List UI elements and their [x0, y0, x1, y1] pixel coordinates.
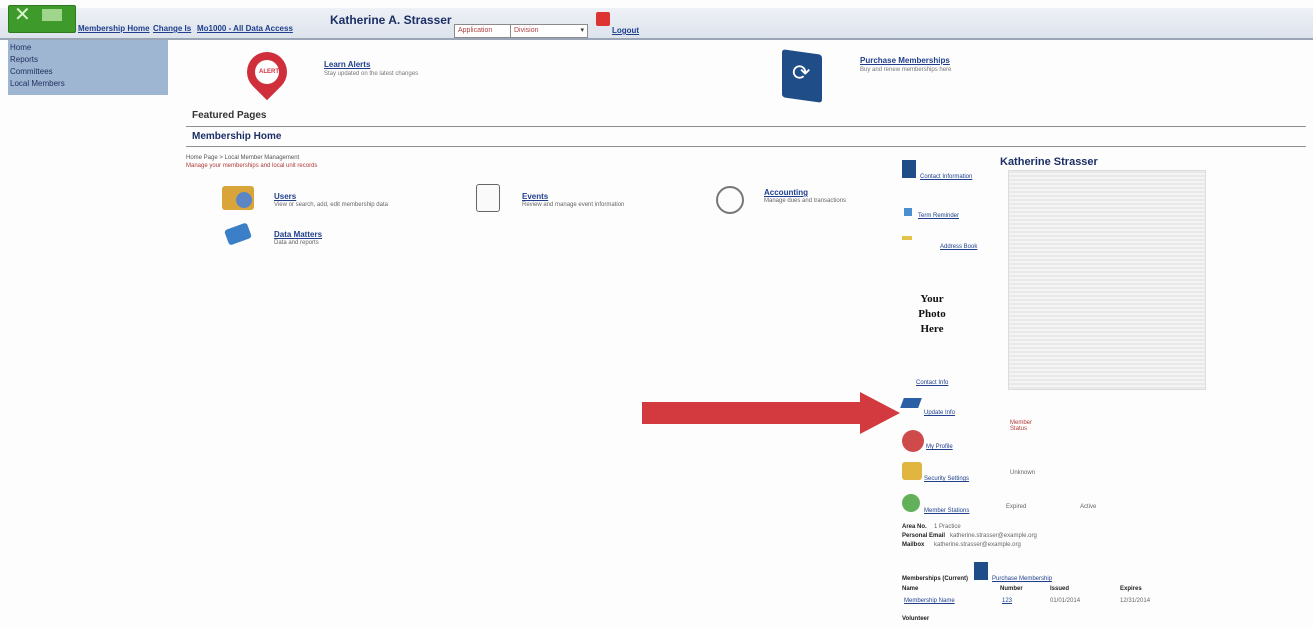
sync-arrows-icon: ⟳ [792, 60, 811, 85]
annotation-arrow-shaft [642, 402, 862, 424]
featured-learn-alerts-desc: Stay updated on the latest changes [324, 71, 419, 77]
detail-label-area: Area No. [902, 524, 927, 530]
membership-row-expires: 12/31/2014 [1120, 598, 1151, 604]
logout-link[interactable]: Logout [612, 26, 639, 35]
side-menu-item-reports[interactable]: Reports [10, 55, 38, 64]
profile-top-link-contact[interactable]: Contact Information [920, 174, 972, 180]
divider-bottom [186, 146, 1306, 147]
accounting-icon[interactable] [716, 186, 744, 214]
volunteer-label: Volunteer [902, 616, 930, 622]
header-link-change[interactable]: Change Is [153, 24, 191, 33]
update-icon [900, 398, 922, 408]
member-status-note: Member Status [1010, 420, 1033, 432]
reminder-icon [904, 208, 912, 216]
profile-name: Katherine Strasser [1000, 156, 1098, 168]
profile-link-contact-info[interactable]: Contact Info [916, 380, 948, 386]
logo-box-icon [42, 9, 62, 21]
stations-note-active: Active [1080, 504, 1097, 510]
detail-label-mailbox: Mailbox [902, 542, 925, 548]
quick-link-data-matters-desc: Data and reports [274, 240, 319, 246]
notice-text: Manage your memberships and local unit r… [186, 163, 318, 169]
header-link-membership-home[interactable]: Membership Home [78, 24, 150, 33]
users-icon-figure [236, 192, 252, 208]
events-icon[interactable] [476, 184, 500, 212]
membership-home-heading: Membership Home [192, 131, 282, 142]
breadcrumb[interactable]: Home Page > Local Member Management [186, 155, 299, 161]
side-menu-item-home[interactable]: Home [10, 43, 31, 52]
quick-link-accounting-desc: Manage dues and transactions [764, 198, 847, 204]
security-icon [902, 462, 922, 480]
org-select[interactable]: Division ▾ [510, 24, 588, 38]
divider-top [186, 126, 1306, 127]
stations-note-expired: Expired [1006, 504, 1027, 510]
detail-label-email: Personal Email [902, 533, 946, 539]
detail-value-area: 1 Practice [934, 524, 961, 530]
photo-placeholder[interactable]: Your Photo Here [908, 292, 956, 337]
logo-x-icon: ✕ [14, 2, 31, 26]
profile-icon [902, 430, 924, 452]
map-pin-label: ALERT [259, 69, 279, 75]
quick-link-events-desc: Review and manage event information [522, 202, 625, 208]
membership-col-expires: Expires [1120, 586, 1142, 592]
profile-top-link-reminder[interactable]: Term Reminder [918, 213, 959, 219]
stations-icon [902, 494, 920, 512]
address-book-icon [902, 236, 912, 240]
membership-col-number: Number [1000, 586, 1023, 592]
profile-link-stations[interactable]: Member Stations [924, 508, 969, 514]
role-select[interactable]: Application [454, 24, 514, 38]
quick-link-accounting[interactable]: Accounting [764, 188, 808, 197]
membership-row-number[interactable]: 123 [1002, 598, 1012, 604]
profile-link-my-profile[interactable]: My Profile [926, 444, 953, 450]
side-menu-item-committees[interactable]: Committees [10, 67, 53, 76]
quick-link-users[interactable]: Users [274, 192, 296, 201]
side-menu-item-local-members[interactable]: Local Members [10, 79, 65, 88]
data-matters-icon[interactable] [223, 222, 253, 246]
detail-value-mailbox: katherine.strasser@example.org [934, 542, 1021, 548]
profile-top-link-address[interactable]: Address Book [940, 244, 977, 250]
quick-link-events[interactable]: Events [522, 192, 548, 201]
profile-link-update-info[interactable]: Update Info [924, 410, 955, 416]
memberships-label: Memberships (Current) [902, 576, 969, 582]
membership-col-issued: Issued [1050, 586, 1070, 592]
detail-value-email: katherine.strasser@example.org [950, 533, 1037, 539]
featured-purchase-desc: Buy and renew memberships here [860, 67, 952, 73]
membership-row-issued: 01/01/2014 [1050, 598, 1081, 604]
org-select-value: Division [514, 27, 539, 34]
purchase-membership-link[interactable]: Purchase Membership [992, 576, 1052, 582]
membership-row-name[interactable]: Membership Name [904, 598, 955, 604]
featured-pages-heading: Featured Pages [192, 110, 267, 121]
profile-link-security[interactable]: Security Settings [924, 476, 969, 482]
quick-link-data-matters[interactable]: Data Matters [274, 230, 322, 239]
annotation-arrow-icon [860, 392, 900, 434]
chevron-down-icon: ▾ [580, 27, 584, 34]
profile-details-card [1008, 170, 1206, 390]
quick-link-users-desc: View or search, add, edit membership dat… [274, 202, 388, 208]
featured-learn-alerts-link[interactable]: Learn Alerts [324, 60, 370, 69]
side-menu: Home Reports Committees Local Members [8, 40, 168, 95]
featured-purchase-link[interactable]: Purchase Memberships [860, 56, 950, 65]
security-note: Unknown [1010, 470, 1036, 476]
header-link-data-access[interactable]: Mo1000 - All Data Access [197, 24, 293, 33]
contact-card-icon [902, 160, 916, 178]
membership-col-name: Name [902, 586, 919, 592]
current-user-name: Katherine A. Strasser [330, 13, 452, 27]
logout-icon[interactable] [596, 12, 610, 26]
membership-card-icon [974, 562, 988, 580]
